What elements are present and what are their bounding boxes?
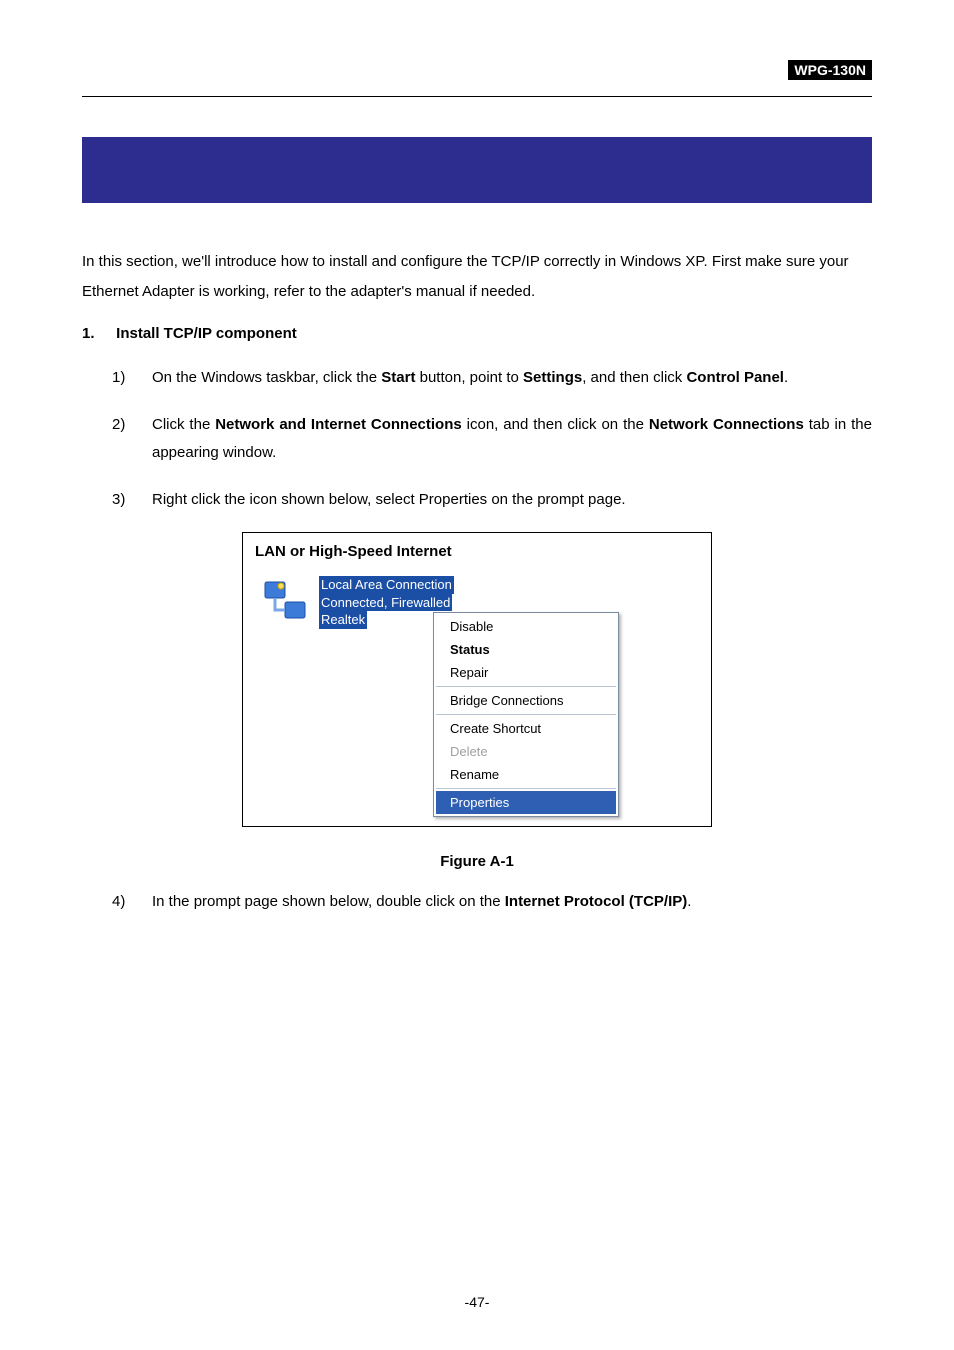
menu-separator (436, 714, 616, 715)
page-number: -47- (0, 1294, 954, 1310)
step-text: Right click the icon shown below, select… (152, 486, 872, 515)
step-2: 2) Click the Network and Internet Connec… (112, 411, 872, 468)
menu-item-shortcut[interactable]: Create Shortcut (436, 717, 616, 740)
figure-title: LAN or High-Speed Internet (243, 543, 711, 566)
section-heading: Install TCP/IP component (116, 325, 297, 342)
step-number: 3) (112, 486, 152, 515)
menu-item-repair[interactable]: Repair (436, 661, 616, 684)
figure-caption: Figure A-1 (440, 853, 514, 870)
step-text: Click the Network and Internet Connectio… (152, 411, 872, 468)
network-connection-icon (261, 576, 309, 624)
header-rule (82, 96, 872, 97)
menu-item-disable[interactable]: Disable (436, 615, 616, 638)
figure-a1: LAN or High-Speed Internet Local Area Co… (82, 532, 872, 870)
context-menu: Disable Status Repair Bridge Connections… (433, 612, 619, 817)
section-number: 1. (82, 325, 112, 342)
step-text: In the prompt page shown below, double c… (152, 888, 872, 917)
menu-item-delete: Delete (436, 740, 616, 763)
appendix-banner (82, 137, 872, 203)
connection-adapter: Realtek (319, 611, 367, 629)
section-title: 1. Install TCP/IP component (82, 325, 872, 342)
menu-separator (436, 788, 616, 789)
step-number: 1) (112, 364, 152, 393)
menu-separator (436, 686, 616, 687)
step-text: On the Windows taskbar, click the Start … (152, 364, 872, 393)
menu-item-rename[interactable]: Rename (436, 763, 616, 786)
step-1: 1) On the Windows taskbar, click the Sta… (112, 364, 872, 393)
step-3: 3) Right click the icon shown below, sel… (112, 486, 872, 515)
menu-item-status[interactable]: Status (436, 638, 616, 661)
step-4: 4) In the prompt page shown below, doubl… (112, 888, 872, 917)
step-number: 4) (112, 888, 152, 917)
connection-status: Connected, Firewalled (319, 594, 452, 612)
figure-screenshot: LAN or High-Speed Internet Local Area Co… (242, 532, 712, 827)
menu-item-properties[interactable]: Properties (436, 791, 616, 814)
step-number: 2) (112, 411, 152, 468)
model-tag: WPG-130N (788, 60, 872, 80)
connection-name: Local Area Connection (319, 576, 454, 594)
menu-item-bridge[interactable]: Bridge Connections (436, 689, 616, 712)
intro-paragraph: In this section, we'll introduce how to … (82, 247, 872, 307)
